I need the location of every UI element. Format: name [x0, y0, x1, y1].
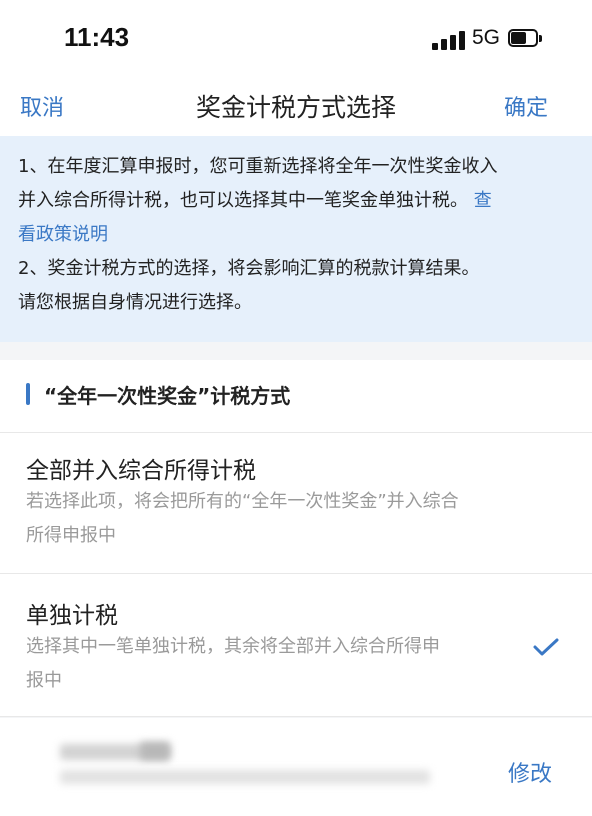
- section-marker: [26, 383, 30, 405]
- notice-line-5: 请您根据自身情况进行选择。: [18, 292, 252, 313]
- notice-line-2: 并入综合所得计税，也可以选择其中一笔奖金单独计税。 查: [18, 184, 578, 218]
- checkmark-icon: [533, 638, 559, 656]
- nav-bar: 取消 奖金计税方式选择 确定: [0, 80, 592, 136]
- section-title: “全年一次性奖金”计税方式: [44, 384, 291, 408]
- blurred-text: [140, 742, 170, 760]
- divider: [0, 716, 592, 717]
- notice-line-4: 2、奖金计税方式的选择，将会影响汇算的税款计算结果。: [18, 258, 480, 279]
- status-bar: 11:43 5G: [0, 0, 592, 80]
- account-row: 修改: [0, 718, 592, 816]
- section-header: “全年一次性奖金”计税方式: [0, 360, 592, 432]
- option-desc-line: 所得申报中: [26, 525, 116, 546]
- option-title: 全部并入综合所得计税: [26, 458, 256, 484]
- notice-line-1: 1、在年度汇算申报时，您可重新选择将全年一次性奖金收入: [18, 156, 498, 177]
- modify-button[interactable]: 修改: [508, 756, 552, 788]
- option-title: 单独计税: [26, 603, 118, 629]
- blurred-text: [60, 770, 430, 784]
- status-time: 11:43: [64, 22, 130, 52]
- option-combined-tax[interactable]: 全部并入综合所得计税 若选择此项，将会把所有的“全年一次性奖金”并入综合 所得申…: [0, 433, 592, 573]
- option-description: 若选择此项，将会把所有的“全年一次性奖金”并入综合 所得申报中: [26, 485, 526, 553]
- option-separate-tax[interactable]: 单独计税 选择其中一笔单独计税，其余将全部并入综合所得申 报中: [0, 574, 592, 716]
- notice-panel: 1、在年度汇算申报时，您可重新选择将全年一次性奖金收入 并入综合所得计税，也可以…: [0, 136, 592, 342]
- option-desc-line: 若选择此项，将会把所有的“全年一次性奖金”并入综合: [26, 491, 459, 512]
- battery-icon: [508, 29, 544, 49]
- option-desc-line: 选择其中一笔单独计税，其余将全部并入综合所得申: [26, 636, 440, 657]
- option-description: 选择其中一笔单独计税，其余将全部并入综合所得申 报中: [26, 630, 526, 698]
- policy-link[interactable]: 看政策说明: [18, 218, 578, 252]
- signal-icon: [432, 30, 466, 50]
- policy-link-start[interactable]: 查: [474, 190, 492, 211]
- option-desc-line: 报中: [26, 670, 62, 691]
- notice-line-2-text: 并入综合所得计税，也可以选择其中一笔奖金单独计税。: [18, 190, 468, 211]
- confirm-button[interactable]: 确定: [504, 90, 548, 122]
- network-label: 5G: [472, 26, 501, 49]
